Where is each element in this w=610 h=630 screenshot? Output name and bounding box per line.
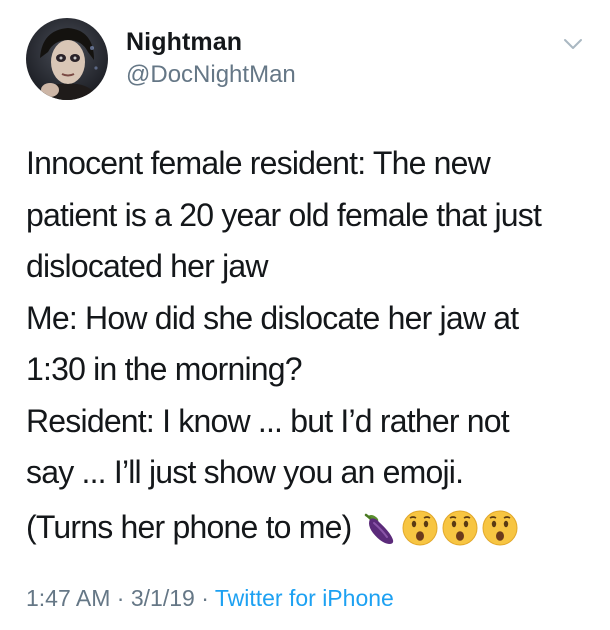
chevron-down-icon[interactable] [562, 36, 584, 52]
avatar-image [26, 18, 108, 100]
emoji-row [361, 509, 519, 547]
tweet-time[interactable]: 1:47 AM [26, 585, 110, 611]
tweet-text-line: (Turns her phone to me) [26, 509, 352, 545]
hushed-face-icon [441, 509, 479, 547]
tweet-card: Nightman @DocNightMan Innocent female re… [0, 0, 610, 630]
tweet-text-line: Me: How did she dislocate her jaw at [26, 299, 519, 336]
tweet-date[interactable]: 3/1/19 [131, 585, 195, 611]
tweet-text-line: Innocent female resident: The new [26, 145, 491, 181]
tweet-text-last-line: (Turns her phone to me) [26, 502, 519, 553]
meta-separator: · [116, 585, 125, 611]
tweet-text-line: Resident: I know ... but I’d rather not [26, 402, 510, 439]
eggplant-icon [361, 509, 399, 547]
meta-separator: · [201, 585, 209, 611]
tweet-text-line: 1:30 in the morning? [26, 351, 303, 387]
hushed-face-icon [401, 509, 439, 547]
tweet-metadata: 1:47 AM · 3/1/19 · Twitter for iPhone [26, 585, 394, 612]
tweet-text-line: dislocated her jaw [26, 248, 269, 284]
tweet-text-line: say ... I’ll just show you an emoji. [26, 454, 464, 490]
avatar[interactable] [26, 18, 108, 100]
user-handle[interactable]: @DocNightMan [126, 61, 296, 89]
tweet-text: Innocent female resident: The new patien… [26, 138, 598, 499]
tweet-text-line: patient is a 20 year old female that jus… [26, 196, 542, 233]
hushed-face-icon [481, 509, 519, 547]
tweet-source-link[interactable]: Twitter for iPhone [215, 585, 394, 611]
display-name[interactable]: Nightman [126, 28, 242, 57]
